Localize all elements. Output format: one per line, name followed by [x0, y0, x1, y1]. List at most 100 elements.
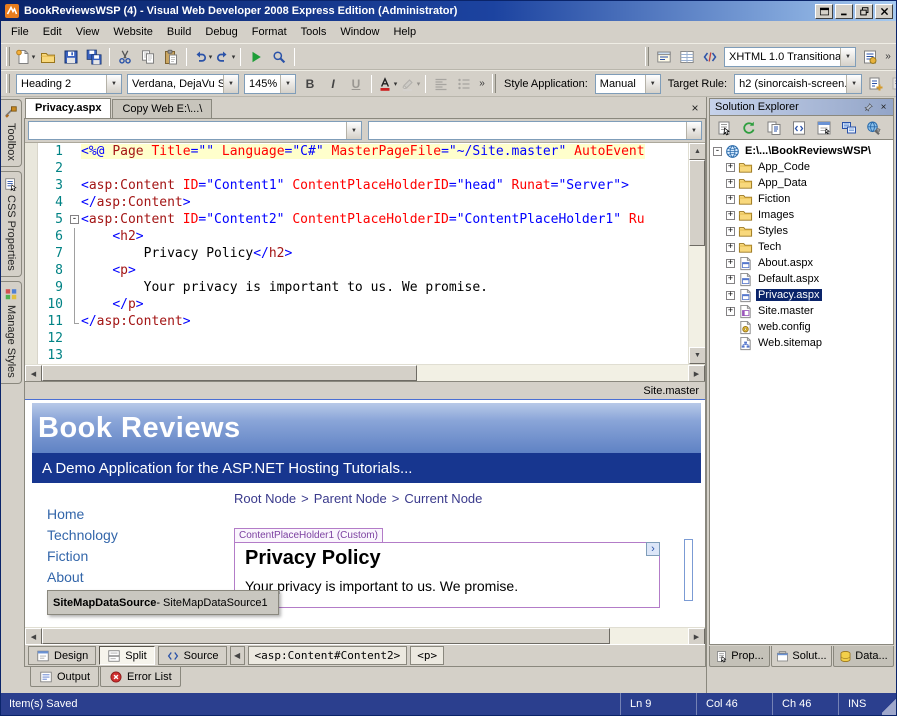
- code-text[interactable]: <asp:Content ID="Content1" ContentPlaceH…: [81, 177, 688, 194]
- attach-style-button[interactable]: [888, 73, 896, 95]
- collapse-toggle[interactable]: -: [70, 215, 79, 224]
- toolbar-overflow-button[interactable]: »: [476, 73, 488, 95]
- breadcrumb-parent-node[interactable]: Parent Node: [314, 491, 387, 506]
- code-text[interactable]: Your privacy is important to us. We prom…: [81, 279, 688, 296]
- chevron-down-icon[interactable]: ▼: [223, 75, 238, 93]
- panel-tab-data[interactable]: Data...: [833, 646, 894, 667]
- tree-item-styles[interactable]: +Styles: [710, 223, 893, 239]
- refresh-button[interactable]: [738, 117, 760, 139]
- code-text[interactable]: [81, 347, 688, 364]
- italic-button[interactable]: I: [322, 73, 344, 95]
- close-button[interactable]: ×: [876, 100, 891, 114]
- scroll-track[interactable]: [42, 628, 688, 644]
- breadcrumb-current-node[interactable]: Current Node: [404, 491, 482, 506]
- menu-help[interactable]: Help: [386, 23, 423, 41]
- find-button[interactable]: [268, 46, 290, 68]
- sitemapdatasource-control[interactable]: SiteMapDataSource - SiteMapDataSource1: [47, 590, 279, 615]
- nav-link-home[interactable]: Home: [47, 507, 230, 521]
- events-combo[interactable]: ▼: [368, 121, 702, 140]
- close-button[interactable]: [875, 4, 893, 19]
- chevron-down-icon[interactable]: ▾: [32, 53, 36, 61]
- sidebar-tab-css-properties[interactable]: CSS Properties: [1, 171, 22, 277]
- scroll-thumb[interactable]: [689, 160, 705, 246]
- open-folder-button[interactable]: [37, 46, 59, 68]
- expand-icon[interactable]: +: [726, 275, 735, 284]
- expand-icon[interactable]: +: [726, 243, 735, 252]
- source-editor[interactable]: 1<%@ Page Title="" Language="C#" MasterP…: [25, 143, 705, 364]
- copy-website-button[interactable]: [838, 117, 860, 139]
- start-debug-button[interactable]: [245, 46, 267, 68]
- breadcrumb-root-node[interactable]: Root Node: [234, 491, 296, 506]
- save-button[interactable]: [60, 46, 82, 68]
- close-document-button[interactable]: ×: [687, 100, 703, 116]
- redo-button[interactable]: ▾: [214, 46, 236, 68]
- nav-link-fiction[interactable]: Fiction: [47, 549, 230, 563]
- expand-icon[interactable]: +: [726, 179, 735, 188]
- format-markup-button[interactable]: [699, 46, 721, 68]
- design-heading[interactable]: Privacy Policy: [245, 547, 649, 570]
- collapse-icon[interactable]: -: [713, 147, 722, 156]
- code-text[interactable]: Privacy Policy</h2>: [81, 245, 688, 262]
- chevron-down-icon[interactable]: ▼: [280, 75, 295, 93]
- nav-link-technology[interactable]: Technology: [47, 528, 230, 542]
- client-objects-combo[interactable]: ▼: [28, 121, 362, 140]
- undo-button[interactable]: ▾: [191, 46, 213, 68]
- document-tab-privacy-aspx[interactable]: Privacy.aspx: [25, 98, 111, 118]
- minimize-button[interactable]: [835, 4, 853, 19]
- scroll-right-icon[interactable]: ▶: [688, 628, 705, 645]
- menu-tools[interactable]: Tools: [294, 23, 334, 41]
- sidebar-tab-manage-styles[interactable]: Manage Styles: [1, 281, 22, 384]
- tag-path-item[interactable]: <p>: [410, 646, 444, 665]
- split-view-button[interactable]: Split: [99, 646, 154, 665]
- code-lines[interactable]: 1<%@ Page Title="" Language="C#" MasterP…: [25, 143, 688, 364]
- new-style-button[interactable]: [865, 73, 887, 95]
- chevron-down-icon[interactable]: ▾: [417, 80, 421, 88]
- expand-icon[interactable]: +: [726, 259, 735, 268]
- code-text[interactable]: <h2>: [81, 228, 688, 245]
- chevron-down-icon[interactable]: ▾: [232, 53, 236, 61]
- tree-item-images[interactable]: +Images: [710, 207, 893, 223]
- code-text[interactable]: <%@ Page Title="" Language="C#" MasterPa…: [81, 143, 688, 160]
- expand-icon[interactable]: +: [726, 291, 735, 300]
- menu-website[interactable]: Website: [106, 23, 160, 41]
- tree-item-web-sitemap[interactable]: Web.sitemap: [710, 335, 893, 351]
- source-horizontal-scrollbar[interactable]: ◀ ▶: [25, 364, 705, 381]
- bold-button[interactable]: B: [299, 73, 321, 95]
- menu-view[interactable]: View: [69, 23, 107, 41]
- vertical-scrollbar[interactable]: ▲ ▼: [688, 143, 705, 364]
- style-application-combo[interactable]: Manual▼: [595, 74, 661, 94]
- tree-item-e-bookreviewswsp[interactable]: -E:\...\BookReviewsWSP\: [710, 143, 893, 159]
- tree-item-fiction[interactable]: +Fiction: [710, 191, 893, 207]
- scroll-down-icon[interactable]: ▼: [689, 347, 705, 364]
- panel-tab-solut[interactable]: Solut...: [771, 646, 832, 667]
- restore-button[interactable]: [855, 4, 873, 19]
- new-page-button[interactable]: ▾: [14, 46, 36, 68]
- scroll-thumb[interactable]: [42, 365, 417, 381]
- chevron-down-icon[interactable]: ▼: [346, 122, 361, 139]
- style-sheet-button[interactable]: [859, 46, 881, 68]
- code-text[interactable]: [81, 330, 688, 347]
- menu-window[interactable]: Window: [333, 23, 386, 41]
- tool-tab-error-list[interactable]: Error List: [100, 667, 181, 687]
- scroll-left-icon[interactable]: ◀: [25, 365, 42, 382]
- tree-item-web-config[interactable]: web.config: [710, 319, 893, 335]
- save-all-button[interactable]: [83, 46, 105, 68]
- master-page-label[interactable]: Site.master: [643, 385, 699, 397]
- toolbar-grip[interactable]: [6, 74, 10, 93]
- resize-grip[interactable]: [882, 693, 896, 715]
- scroll-track[interactable]: [689, 160, 705, 347]
- font-combo[interactable]: Verdana, DejaVu S▼: [127, 74, 239, 94]
- view-code-button[interactable]: [788, 117, 810, 139]
- expand-icon[interactable]: +: [726, 195, 735, 204]
- sidebar-tab-toolbox[interactable]: Toolbox: [1, 99, 22, 167]
- chevron-down-icon[interactable]: ▾: [394, 80, 398, 88]
- toolbar-grip[interactable]: [492, 74, 496, 93]
- panel-tab-prop[interactable]: Prop...: [709, 646, 770, 667]
- highlight-button[interactable]: ▾: [399, 73, 421, 95]
- menu-debug[interactable]: Debug: [198, 23, 244, 41]
- target-rule-combo[interactable]: h2 (sinorcaish-screen.cs▼: [734, 74, 862, 94]
- design-horizontal-scrollbar[interactable]: ◀ ▶: [25, 627, 705, 644]
- tree-item-app-data[interactable]: +App_Data: [710, 175, 893, 191]
- tree-item-privacy-aspx[interactable]: +Privacy.aspx: [710, 287, 893, 303]
- content-region[interactable]: › Privacy Policy Your privacy is importa…: [234, 542, 660, 608]
